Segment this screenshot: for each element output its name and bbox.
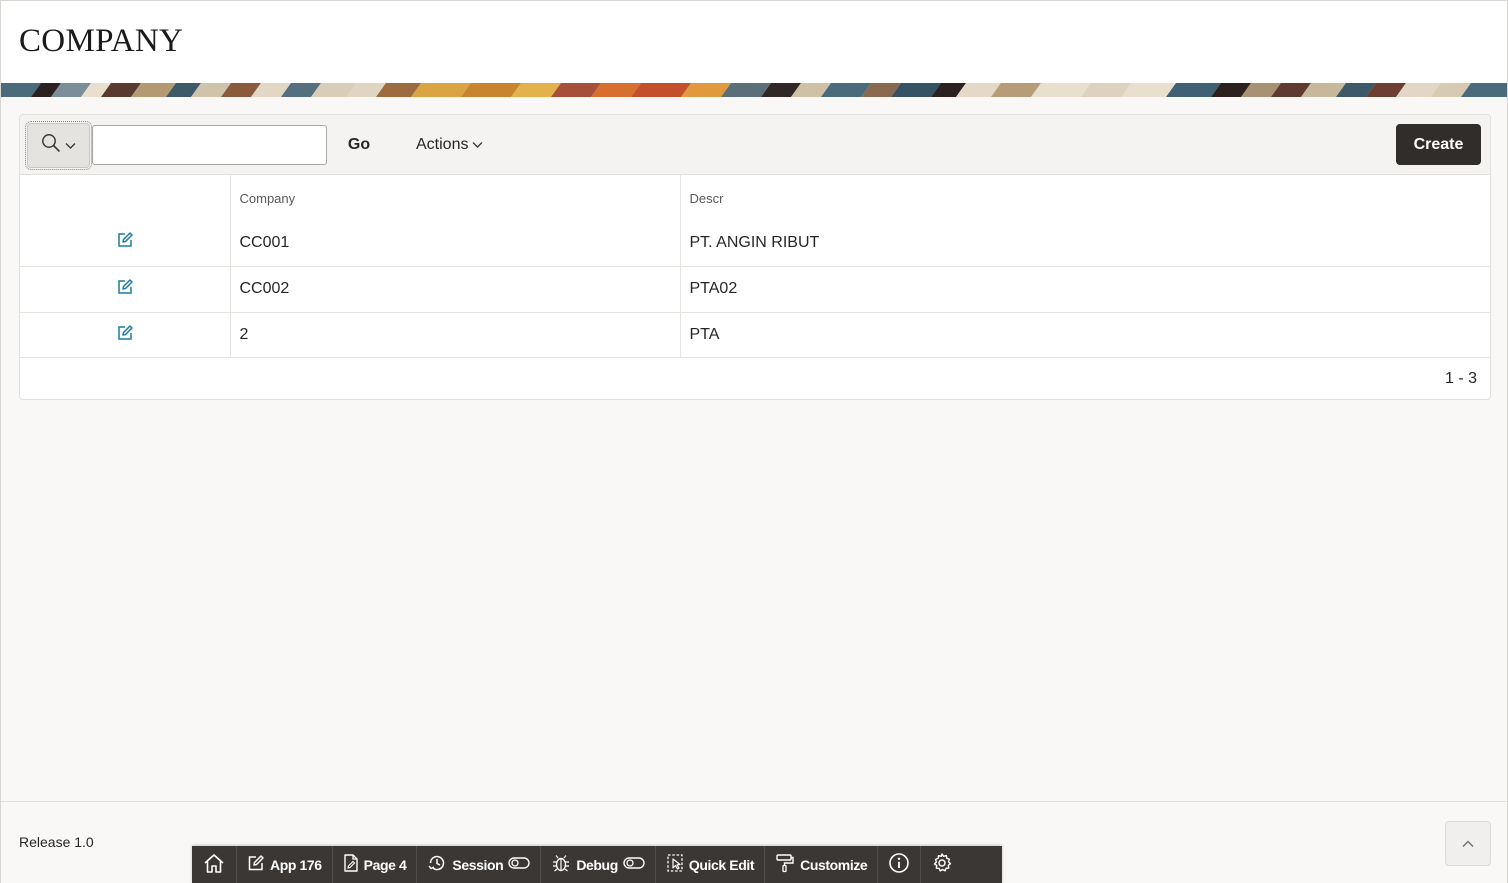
release-label: Release 1.0 — [19, 834, 94, 850]
edit-icon[interactable] — [116, 232, 134, 253]
dev-app-button[interactable]: App 176 — [237, 846, 333, 883]
dev-home-button[interactable] — [192, 846, 237, 883]
dev-quick-edit-label: Quick Edit — [688, 856, 755, 873]
descr-cell: PTA — [680, 311, 1490, 358]
page-title: COMPANY — [19, 23, 184, 59]
search-icon — [41, 133, 61, 158]
developer-toolbar: App 176 Page 4 Session Debug Quick Edit … — [192, 846, 1002, 883]
edit-icon[interactable] — [116, 278, 134, 300]
edit-link-cell — [20, 220, 231, 266]
dev-quick-edit-button[interactable]: Quick Edit — [656, 846, 766, 883]
interactive-report-region: Go Actions Create Company Descr CC001 PT… — [19, 114, 1491, 400]
edit-link-cell — [20, 265, 231, 312]
page-edit-icon — [343, 853, 359, 876]
dev-debug-label: Debug — [576, 856, 618, 873]
table-header-row: Company Descr — [20, 175, 1490, 220]
decorative-banner — [1, 83, 1507, 97]
dev-page-label: Page 4 — [363, 856, 407, 873]
quick-edit-icon — [666, 853, 684, 876]
edit-icon[interactable] — [116, 325, 134, 346]
table-row: 2 PTA — [20, 311, 1490, 358]
page-header: COMPANY — [1, 1, 1507, 83]
company-cell: CC001 — [230, 220, 681, 266]
search-input[interactable] — [92, 125, 327, 165]
toggle-icon — [623, 856, 645, 873]
edit-icon — [247, 854, 265, 875]
home-icon — [202, 852, 226, 877]
actions-menu-button[interactable]: Actions — [416, 127, 483, 163]
edit-link-cell — [20, 311, 231, 358]
descr-cell: PTA02 — [680, 265, 1490, 312]
toggle-icon — [508, 856, 531, 873]
dev-customize-label: Customize — [800, 856, 868, 873]
report-toolbar: Go Actions Create — [20, 115, 1490, 175]
table-row: CC001 PT. ANGIN RIBUT — [20, 220, 1490, 266]
create-button[interactable]: Create — [1396, 124, 1481, 165]
dev-app-label: App 176 — [270, 856, 322, 873]
dev-session-label: Session — [452, 856, 504, 873]
column-header-link — [20, 175, 231, 220]
dev-page-button[interactable]: Page 4 — [333, 846, 418, 883]
scroll-to-top-button[interactable] — [1445, 821, 1491, 866]
descr-cell: PT. ANGIN RIBUT — [689, 233, 820, 251]
dev-session-button[interactable]: Session — [417, 846, 542, 883]
gear-icon — [931, 852, 953, 877]
search-column-menu-button[interactable] — [25, 121, 92, 170]
dev-info-button[interactable] — [878, 846, 922, 883]
column-header-company[interactable]: Company — [230, 175, 681, 220]
chevron-down-icon — [472, 136, 483, 154]
chevron-up-icon — [1462, 835, 1474, 853]
report-table: Company Descr CC001 PT. ANGIN RIBUT CC00… — [20, 175, 1490, 358]
bug-icon — [551, 853, 571, 876]
dev-customize-button[interactable]: Customize — [765, 846, 879, 883]
go-button[interactable]: Go — [338, 127, 380, 163]
dev-settings-button[interactable] — [921, 846, 963, 883]
dev-debug-button[interactable]: Debug — [541, 846, 656, 883]
column-header-descr[interactable]: Descr — [680, 175, 1490, 220]
paint-roller-icon — [775, 853, 795, 876]
info-icon — [888, 852, 910, 877]
company-cell: CC002 — [230, 265, 681, 312]
pagination: 1 - 3 — [20, 357, 1490, 399]
company-cell: 2 — [230, 311, 681, 358]
table-row: CC002 PTA02 — [20, 265, 1490, 312]
chevron-down-icon — [65, 137, 76, 155]
actions-label: Actions — [416, 136, 469, 153]
session-icon — [427, 853, 447, 876]
pagination-range: 1 - 3 — [1444, 370, 1477, 387]
